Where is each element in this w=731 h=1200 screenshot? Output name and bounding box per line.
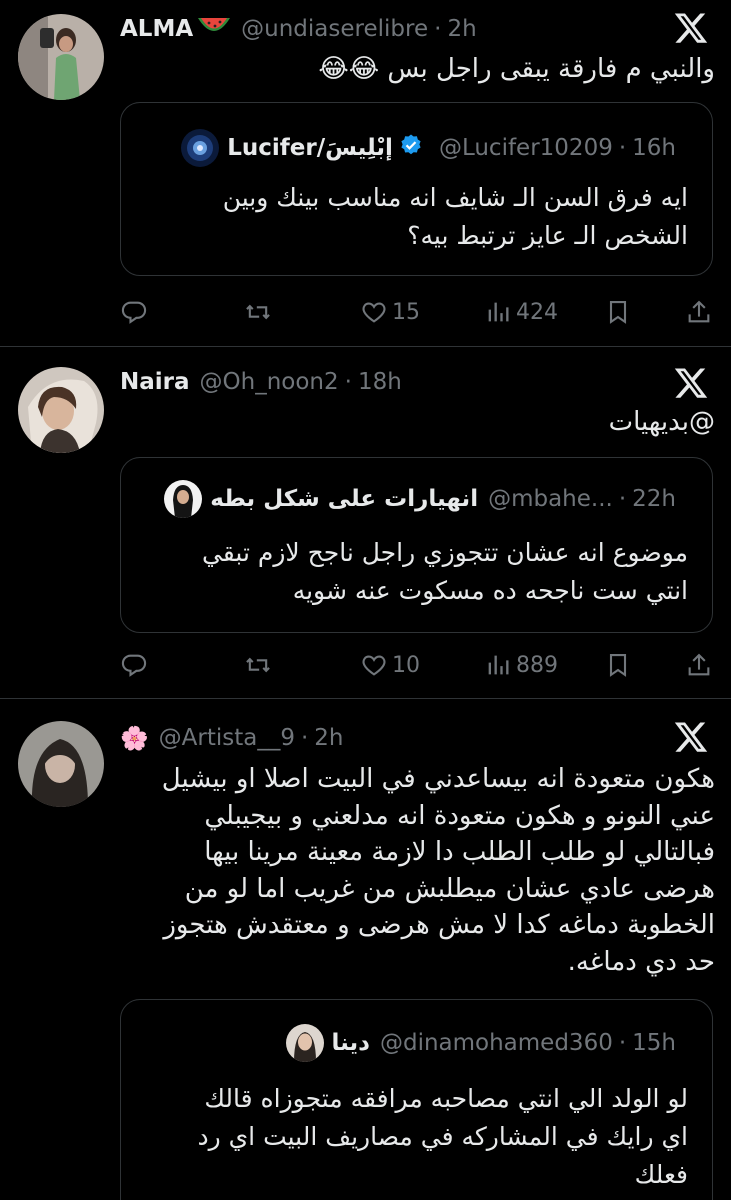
quoted-tweet[interactable]: انهيارات على شكل بطه @mbahe... · 22h موض… — [120, 457, 713, 633]
action-bar: 15 424 — [120, 296, 715, 328]
like-icon — [360, 298, 388, 326]
reply-button[interactable] — [120, 649, 148, 681]
like-icon — [360, 651, 388, 679]
tweet-header: 🌸 @Artista__9 · 2h — [120, 721, 661, 755]
retweet-icon — [244, 298, 272, 326]
tweet-text: هكون متعودة انه بيساعدني في البيت اصلا ا… — [161, 764, 715, 977]
like-button[interactable]: 15 — [360, 296, 420, 328]
action-bar: 10 889 — [120, 649, 715, 681]
tweet[interactable]: ALMA @undiaserelibre · 2h والنبي م فارقة… — [0, 0, 731, 347]
display-name[interactable]: ALMA — [120, 16, 193, 42]
quote-timestamp[interactable]: 22h — [632, 486, 676, 512]
like-button[interactable]: 10 — [360, 649, 420, 681]
quote-handle[interactable]: @dinamohamed360 — [380, 1030, 613, 1056]
handle[interactable]: @undiaserelibre — [241, 16, 428, 42]
x-logo-icon[interactable] — [673, 719, 709, 755]
tweet-header: Naira @Oh_noon2 · 18h — [120, 365, 661, 399]
timestamp[interactable]: 2h — [447, 16, 476, 42]
display-name[interactable]: 🌸 — [120, 725, 149, 752]
mention-link[interactable]: @بديهيات — [120, 405, 715, 440]
separator: · — [434, 16, 442, 42]
tweet-text: @بديهيات — [120, 405, 715, 440]
timestamp[interactable]: 2h — [314, 725, 343, 751]
like-count: 15 — [392, 299, 420, 325]
handle[interactable]: @Oh_noon2 — [200, 369, 339, 395]
bookmark-icon — [604, 298, 632, 326]
quote-avatar — [164, 480, 203, 518]
quoted-tweet[interactable]: دينا @dinamohamed360 · 15h لو الولد الي … — [120, 999, 713, 1200]
quote-handle[interactable]: @Lucifer10209 — [439, 135, 613, 161]
verified-badge-icon — [399, 133, 423, 163]
avatar[interactable] — [18, 14, 104, 100]
bookmark-button[interactable] — [604, 649, 632, 681]
share-icon — [685, 651, 713, 679]
bookmark-icon — [604, 651, 632, 679]
x-logo-icon[interactable] — [673, 10, 709, 46]
bookmark-button[interactable] — [604, 296, 632, 328]
share-button[interactable] — [685, 649, 713, 681]
display-name[interactable]: Naira — [120, 369, 190, 395]
views-button[interactable]: 424 — [484, 296, 558, 328]
quote-header: انهيارات على شكل بطه @mbahe... · 22h — [164, 480, 676, 518]
x-logo-icon[interactable] — [673, 365, 709, 401]
quoted-tweet[interactable]: Lucifer/إبْلِيسَ @Lucifer10209 · 16h ايه… — [120, 102, 713, 276]
timestamp[interactable]: 18h — [358, 369, 402, 395]
avatar[interactable] — [18, 721, 104, 807]
share-button[interactable] — [685, 296, 713, 328]
quote-display-name[interactable]: دينا — [332, 1030, 370, 1056]
quote-header: Lucifer/إبْلِيسَ @Lucifer10209 · 16h — [181, 129, 676, 167]
share-icon — [685, 298, 713, 326]
quote-timestamp[interactable]: 15h — [632, 1030, 676, 1056]
quote-display-name[interactable]: انهيارات على شكل بطه — [210, 486, 478, 512]
views-icon — [484, 651, 512, 679]
watermelon-icon — [197, 14, 231, 44]
quote-text: لو الولد الي انتي مصاحبه مرافقه متجوزاه … — [197, 1084, 688, 1189]
quote-display-name[interactable]: Lucifer/إبْلِيسَ — [227, 135, 393, 161]
views-icon — [484, 298, 512, 326]
tweet[interactable]: Naira @Oh_noon2 · 18h @بديهيات انهيارات … — [0, 347, 731, 699]
handle[interactable]: @Artista__9 — [159, 725, 295, 751]
quote-timestamp[interactable]: 16h — [632, 135, 676, 161]
tweet-text: والنبي م فارقة يبقى راجل بس 😂😂 — [318, 54, 715, 84]
view-count: 889 — [516, 652, 558, 678]
quote-text: موضوع انه عشان تتجوزي راجل ناجح لازم تبق… — [201, 538, 688, 605]
tweet-header: ALMA @undiaserelibre · 2h — [120, 12, 661, 46]
reply-button[interactable] — [120, 296, 148, 328]
separator: · — [300, 725, 309, 751]
quote-header: دينا @dinamohamed360 · 15h — [285, 1024, 676, 1062]
views-button[interactable]: 889 — [484, 649, 558, 681]
avatar[interactable] — [18, 367, 104, 453]
quote-text: ايه فرق السن الـ شايف انه مناسب بينك وبي… — [222, 183, 688, 250]
retweet-button[interactable] — [244, 649, 272, 681]
tweet[interactable]: 🌸 @Artista__9 · 2h هكون متعودة انه بيساع… — [0, 699, 731, 1200]
reply-icon — [120, 298, 148, 326]
retweet-button[interactable] — [244, 296, 272, 328]
quote-avatar — [285, 1024, 324, 1062]
quote-avatar — [181, 129, 220, 167]
view-count: 424 — [516, 299, 558, 325]
separator: · — [344, 369, 352, 395]
reply-icon — [120, 651, 148, 679]
quote-handle[interactable]: @mbahe... — [488, 486, 613, 512]
like-count: 10 — [392, 652, 420, 678]
retweet-icon — [244, 651, 272, 679]
